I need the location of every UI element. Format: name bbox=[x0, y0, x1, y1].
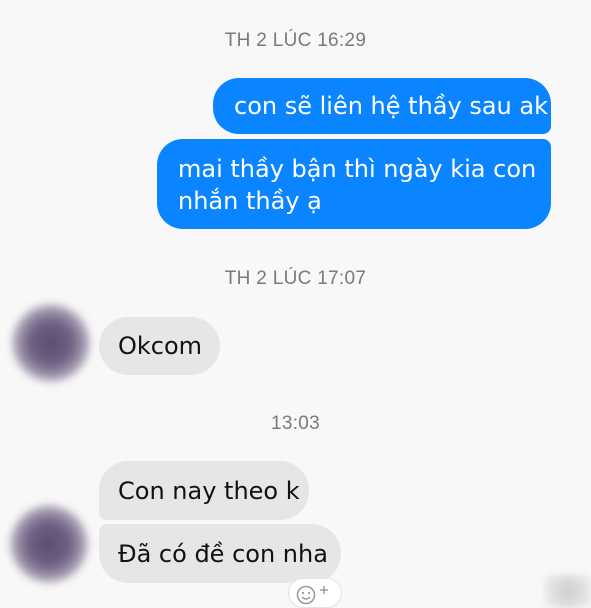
contact-avatar[interactable] bbox=[10, 505, 88, 583]
add-reaction-icon bbox=[296, 585, 328, 605]
message-thread: TH 2 LÚC 16:29 con sẽ liên hệ thầy sau a… bbox=[0, 0, 591, 608]
read-receipt-avatar bbox=[545, 575, 591, 608]
message-text-line: nhắn thầy ạ bbox=[178, 187, 322, 215]
message-text: Đã có đề con nha bbox=[118, 540, 328, 568]
message-text: Con nay theo k bbox=[118, 477, 300, 505]
timestamp: TH 2 LÚC 16:29 bbox=[224, 30, 367, 51]
incoming-message[interactable]: Okcom bbox=[99, 317, 220, 375]
message-text-line: mai thầy bận thì ngày kia con bbox=[178, 155, 537, 183]
timestamp: 13:03 bbox=[270, 413, 321, 434]
timestamp: TH 2 LÚC 17:07 bbox=[224, 268, 367, 289]
incoming-message[interactable]: Con nay theo k bbox=[99, 461, 309, 520]
incoming-message[interactable]: Đã có đề con nha bbox=[99, 524, 341, 583]
message-text: Okcom bbox=[118, 332, 203, 360]
contact-avatar[interactable] bbox=[12, 304, 90, 382]
message-text: con sẽ liên hệ thầy sau ak bbox=[234, 92, 548, 120]
outgoing-message[interactable]: con sẽ liên hệ thầy sau ak bbox=[213, 78, 551, 134]
outgoing-message[interactable]: mai thầy bận thì ngày kia con nhắn thầy … bbox=[157, 139, 551, 229]
add-reaction-button[interactable] bbox=[288, 578, 342, 608]
